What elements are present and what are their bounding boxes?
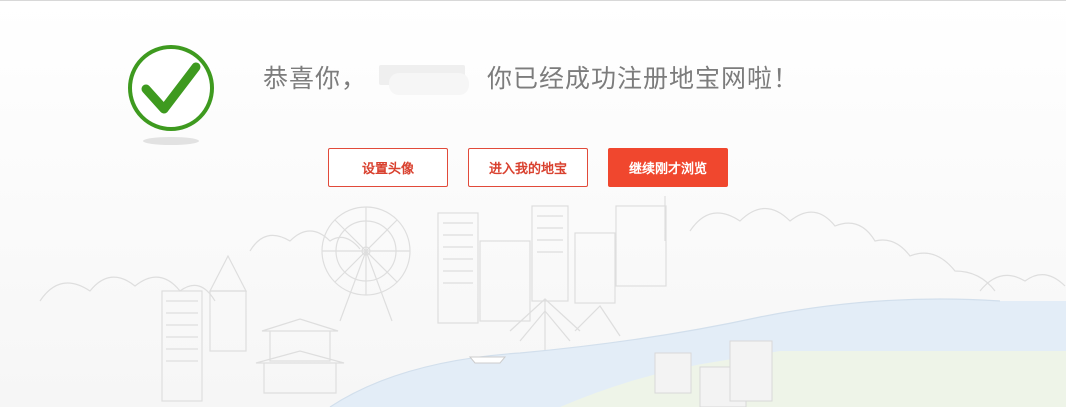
check-circle-icon (126, 43, 216, 147)
action-buttons: 设置头像 进入我的地宝 继续刚才浏览 (328, 148, 728, 187)
username-redacted (371, 59, 475, 95)
success-message: 恭喜你， 你已经成功注册地宝网啦！ (263, 55, 799, 99)
message-suffix: 你已经成功注册地宝网啦！ (487, 64, 800, 93)
enter-my-dibao-button[interactable]: 进入我的地宝 (468, 148, 588, 187)
message-prefix: 恭喜你， (263, 64, 368, 93)
registration-success-page: 恭喜你， 你已经成功注册地宝网啦！ 设置头像 进入我的地宝 继续刚才浏览 (0, 1, 1066, 407)
set-avatar-button[interactable]: 设置头像 (328, 148, 448, 187)
continue-browsing-button[interactable]: 继续刚才浏览 (608, 148, 728, 187)
